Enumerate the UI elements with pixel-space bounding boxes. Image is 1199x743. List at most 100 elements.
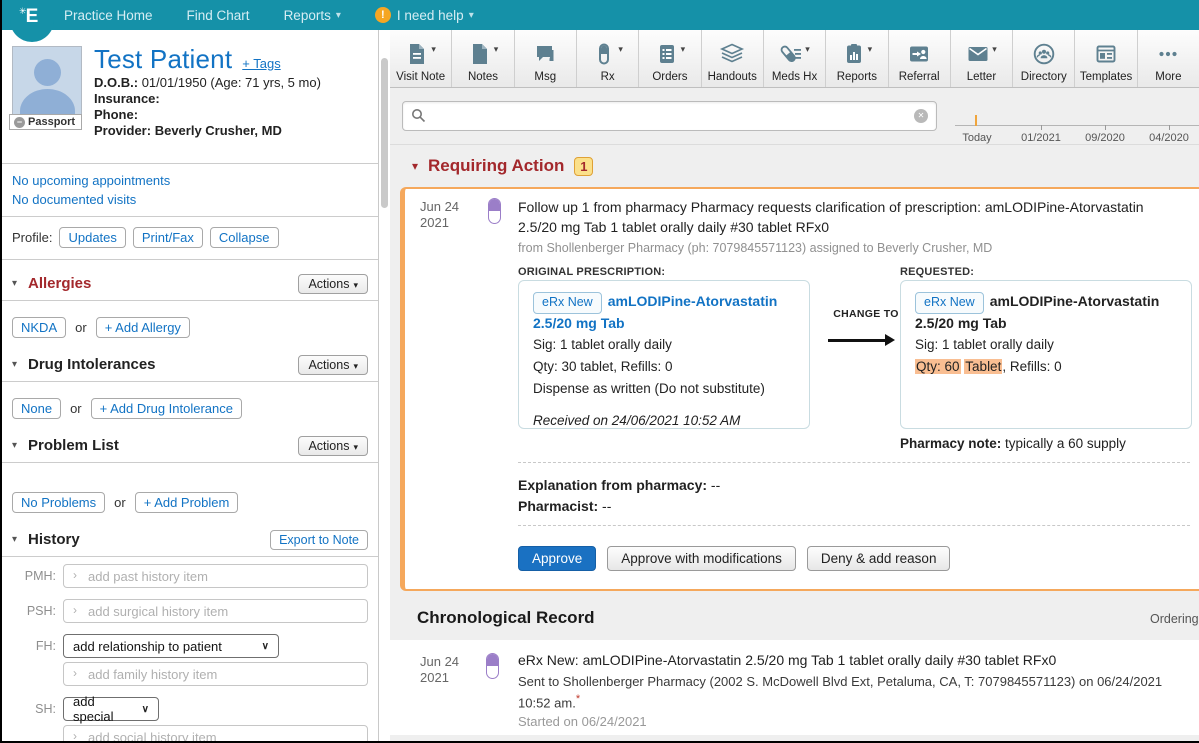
toolbar-orders-button[interactable]: ▾ Orders xyxy=(639,30,701,87)
fh-label: FH: xyxy=(12,639,56,653)
original-sig: Sig: 1 tablet orally daily xyxy=(533,336,795,355)
chevron-down-icon: ▾ xyxy=(681,44,686,55)
chevron-down-icon: ▾ xyxy=(431,44,436,55)
requiring-action-count-badge: 1 xyxy=(574,157,593,176)
request-from-line: from Shollenberger Pharmacy (ph: 7079845… xyxy=(518,241,992,255)
notes-icon xyxy=(468,42,492,66)
sh-special-select[interactable]: add special∨ xyxy=(63,697,159,721)
original-qty: Qty: 30 tablet, Refills: 0 xyxy=(533,358,795,377)
patient-dob: D.O.B.: 01/01/1950 (Age: 71 yrs, 5 mo) xyxy=(94,75,368,91)
dashed-divider xyxy=(518,462,1190,463)
original-prescription-header: ORIGINAL PRESCRIPTION: xyxy=(518,266,665,278)
patient-insurance: Insurance: xyxy=(94,91,368,107)
profile-collapse-button[interactable]: Collapse xyxy=(210,227,279,248)
chevron-down-icon: ∨ xyxy=(142,704,149,715)
toolbar-notes-button[interactable]: ▾ Notes xyxy=(452,30,514,87)
timeline-tick xyxy=(1105,125,1106,130)
problems-actions-button[interactable]: Actions▾ xyxy=(298,436,368,456)
timeline-label[interactable]: 04/2020 xyxy=(1149,132,1189,144)
letter-envelope-icon xyxy=(966,42,990,66)
add-problem-button[interactable]: + Add Problem xyxy=(135,492,239,513)
requested-sig: Sig: 1 tablet orally daily xyxy=(915,336,1177,355)
toolbar-visit-note-button[interactable]: ▾ Visit Note xyxy=(390,30,452,87)
erx-entry-title[interactable]: eRx New: amLODIPine-Atorvastatin 2.5/20 … xyxy=(518,652,1173,668)
export-to-note-button[interactable]: Export to Note xyxy=(270,530,368,550)
chevron-down-icon: ▾ xyxy=(353,442,358,452)
no-upcoming-appointments-link[interactable]: No upcoming appointments xyxy=(12,171,368,190)
intolerances-actions-button[interactable]: Actions▾ xyxy=(298,355,368,375)
deny-add-reason-button[interactable]: Deny & add reason xyxy=(807,546,951,571)
change-to-label: CHANGE TO xyxy=(832,308,900,320)
no-documented-visits-link[interactable]: No documented visits xyxy=(12,190,368,209)
profile-updates-button[interactable]: Updates xyxy=(59,227,125,248)
chart-toolbar: ▾ Visit Note ▾ Notes Msg ▾ Rx ▾ Orders H… xyxy=(390,30,1199,88)
no-problems-button[interactable]: No Problems xyxy=(12,492,105,513)
divider xyxy=(2,381,378,382)
collapse-triangle-icon[interactable]: ▾ xyxy=(12,534,26,545)
toolbar-directory-button[interactable]: Directory xyxy=(1013,30,1075,87)
collapse-triangle-icon[interactable]: ▾ xyxy=(12,359,26,370)
approve-button[interactable]: Approve xyxy=(518,546,596,571)
nav-practice-home[interactable]: Practice Home xyxy=(64,8,153,23)
profile-printfax-button[interactable]: Print/Fax xyxy=(133,227,203,248)
toolbar-handouts-button[interactable]: Handouts xyxy=(702,30,764,87)
requiring-action-title: Requiring Action xyxy=(428,156,564,176)
psh-input[interactable] xyxy=(63,599,368,623)
toolbar-meds-hx-button[interactable]: ▾ Meds Hx xyxy=(764,30,826,87)
problems-section-header: ▾ Problem List Actions▾ xyxy=(12,429,368,462)
nav-reports-menu[interactable]: Reports▾ xyxy=(284,8,341,23)
add-tags-link[interactable]: + Tags xyxy=(242,56,280,71)
toolbar-templates-button[interactable]: Templates xyxy=(1075,30,1137,87)
patient-phone: Phone: xyxy=(94,107,368,123)
add-allergy-button[interactable]: + Add Allergy xyxy=(96,317,190,338)
clear-search-icon[interactable]: ✕ xyxy=(914,109,928,123)
chronological-record-title: Chronological Record xyxy=(417,608,595,628)
chart-search-input[interactable] xyxy=(402,101,937,131)
collapse-triangle-icon[interactable]: ▾ xyxy=(412,159,418,173)
sidebar-scrollbar[interactable] xyxy=(380,32,389,741)
none-intolerance-button[interactable]: None xyxy=(12,398,61,419)
toolbar-letter-button[interactable]: ▾ Letter xyxy=(951,30,1013,87)
chevron-right-icon: › xyxy=(73,568,77,582)
intolerances-section-header: ▾ Drug Intolerances Actions▾ xyxy=(12,348,368,381)
timeline-label[interactable]: 09/2020 xyxy=(1085,132,1125,144)
chronological-record-header: Chronological Record Ordering B xyxy=(390,600,1199,640)
toolbar-more-button[interactable]: More xyxy=(1138,30,1199,87)
fh-item-input[interactable] xyxy=(63,662,368,686)
add-drug-intolerance-button[interactable]: + Add Drug Intolerance xyxy=(91,398,242,419)
app-logo[interactable]: ✳ E xyxy=(10,0,54,42)
passport-badge[interactable]: − Passport xyxy=(9,114,82,130)
orders-list-icon xyxy=(655,42,679,66)
nav-help-menu[interactable]: ! I need help▾ xyxy=(375,7,474,23)
dashed-divider xyxy=(518,525,1190,526)
fh-relationship-select[interactable]: add relationship to patient∨ xyxy=(63,634,279,658)
timeline-label[interactable]: Today xyxy=(962,132,991,144)
pharmacist-line: Pharmacist: -- xyxy=(518,498,611,514)
scrollbar-thumb[interactable] xyxy=(381,58,388,208)
chevron-down-icon: ▾ xyxy=(469,10,474,21)
toolbar-referral-button[interactable]: Referral xyxy=(889,30,951,87)
collapse-triangle-icon[interactable]: ▾ xyxy=(12,278,26,289)
collapse-triangle-icon[interactable]: ▾ xyxy=(12,440,26,451)
requested-header: REQUESTED: xyxy=(900,266,974,278)
toolbar-rx-button[interactable]: ▾ Rx xyxy=(577,30,639,87)
problems-title: Problem List xyxy=(28,437,119,454)
chart-timeline[interactable]: Today 01/2021 09/2020 04/2020 xyxy=(955,101,1199,145)
rx-pill-icon xyxy=(488,198,501,224)
allergies-actions-button[interactable]: Actions▾ xyxy=(298,274,368,294)
patient-provider: Provider: Beverly Crusher, MD xyxy=(94,123,368,139)
nkda-button[interactable]: NKDA xyxy=(12,317,66,338)
psh-label: PSH: xyxy=(12,604,56,618)
nav-find-chart[interactable]: Find Chart xyxy=(187,8,250,23)
pmh-input[interactable] xyxy=(63,564,368,588)
ordering-label[interactable]: Ordering B xyxy=(1150,612,1199,626)
chevron-down-icon: ▾ xyxy=(868,44,873,55)
chevron-down-icon: ▾ xyxy=(992,44,997,55)
toolbar-msg-button[interactable]: Msg xyxy=(515,30,577,87)
pharmacy-note: Pharmacy note: typically a 60 supply xyxy=(900,436,1126,451)
chevron-right-icon: › xyxy=(73,603,77,617)
divider xyxy=(2,259,378,260)
approve-with-modifications-button[interactable]: Approve with modifications xyxy=(607,546,796,571)
timeline-label[interactable]: 01/2021 xyxy=(1021,132,1061,144)
toolbar-reports-button[interactable]: ▾ Reports xyxy=(826,30,888,87)
